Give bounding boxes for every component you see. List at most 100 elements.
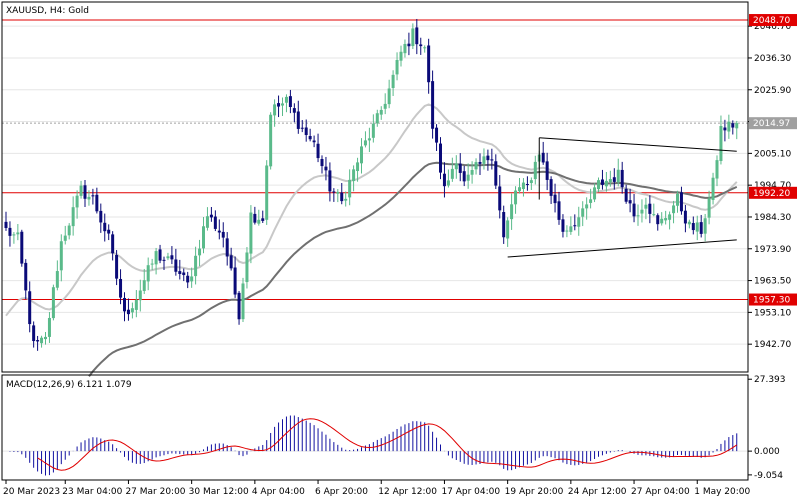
candle-body-53 <box>213 216 217 229</box>
candle-body-95 <box>379 109 383 115</box>
candle-body-44 <box>178 271 182 274</box>
candle-body-80 <box>320 158 324 167</box>
candle-body-88 <box>352 169 356 182</box>
candle-body-149 <box>593 187 597 200</box>
current-price-tag-label: 2014.97 <box>753 119 790 129</box>
candle-body-55 <box>221 231 225 238</box>
candle-body-12 <box>51 287 55 319</box>
time-tick-label-11: 1 May 20:00 <box>694 487 750 497</box>
candle-body-71 <box>284 96 288 103</box>
candle-body-34 <box>138 290 142 301</box>
candle-body-141 <box>561 219 565 232</box>
candle-body-178 <box>707 198 711 218</box>
candle-body-111 <box>442 173 446 187</box>
candle-body-20 <box>83 185 87 199</box>
candle-body-61 <box>245 252 249 283</box>
candle-body-11 <box>47 317 51 337</box>
candle-body-29 <box>119 278 123 298</box>
candle-body-120 <box>478 162 482 164</box>
candle-66 <box>265 160 269 225</box>
candle-body-27 <box>111 234 115 254</box>
price-tick-label-7: 1973.90 <box>754 245 791 255</box>
candle-body-177 <box>703 218 707 234</box>
candle-body-16 <box>67 225 71 236</box>
candle-body-166 <box>660 218 664 224</box>
candle-body-18 <box>75 195 79 208</box>
time-tick-label-6: 12 Apr 12:00 <box>378 487 437 497</box>
candle-body-92 <box>367 138 371 141</box>
candle-body-132 <box>525 184 529 186</box>
candle-body-64 <box>257 219 261 224</box>
candle-body-72 <box>288 96 292 108</box>
candle-body-121 <box>482 156 486 164</box>
candle-body-129 <box>514 190 518 205</box>
candle-12 <box>51 284 55 321</box>
candle-body-156 <box>620 169 624 188</box>
candle-4 <box>20 229 24 267</box>
candle-body-126 <box>502 212 506 238</box>
candle-body-79 <box>316 143 320 159</box>
candle-body-169 <box>672 205 676 214</box>
candle-body-144 <box>573 225 577 227</box>
macd-tick-label-0: 27.393 <box>754 375 786 385</box>
candle-body-180 <box>715 160 719 179</box>
candle-body-150 <box>597 180 600 190</box>
candle-body-145 <box>577 217 581 227</box>
candle-body-45 <box>182 272 186 276</box>
candle-body-152 <box>604 180 608 187</box>
candle-body-0 <box>4 221 8 228</box>
candle-body-172 <box>683 210 687 224</box>
candle-body-78 <box>312 140 316 143</box>
candle-body-90 <box>360 146 363 164</box>
time-tick-label-9: 24 Apr 12:00 <box>568 487 627 497</box>
candle-body-139 <box>553 194 557 204</box>
candle-body-38 <box>154 251 158 265</box>
candle-body-8 <box>36 340 40 342</box>
candle-body-21 <box>87 196 91 200</box>
candle-body-97 <box>387 88 391 105</box>
candle-body-163 <box>648 203 652 214</box>
candle-body-96 <box>383 103 387 109</box>
candle-body-70 <box>281 103 284 106</box>
candle-body-24 <box>99 210 103 223</box>
candle-body-101 <box>403 43 407 54</box>
candle-body-105 <box>419 44 423 47</box>
candle-body-171 <box>679 192 683 212</box>
candle-body-131 <box>521 182 525 190</box>
candle-body-100 <box>399 51 403 61</box>
candle-body-182 <box>723 127 727 131</box>
candle-body-42 <box>170 255 174 260</box>
candle-body-157 <box>624 188 628 202</box>
price-tick-label-10: 1942.70 <box>754 340 791 350</box>
candle-body-75 <box>300 127 304 129</box>
candle-body-1 <box>8 227 12 236</box>
candle-body-184 <box>731 123 735 128</box>
candle-body-26 <box>107 229 111 234</box>
candle-body-77 <box>308 136 312 140</box>
candle-67 <box>269 112 273 170</box>
candle-body-155 <box>616 169 620 183</box>
candle-body-183 <box>727 121 731 132</box>
candle-body-22 <box>91 195 95 197</box>
price-tick-label-2: 2025.90 <box>754 86 791 96</box>
candle-body-108 <box>431 81 435 129</box>
candle-body-54 <box>217 230 221 233</box>
candle-body-40 <box>162 259 166 261</box>
candle-body-35 <box>142 280 146 291</box>
candle-body-127 <box>506 220 510 239</box>
candle-body-6 <box>28 291 32 325</box>
candle-body-140 <box>557 201 561 220</box>
candle-body-159 <box>632 203 636 217</box>
candle-body-164 <box>652 214 656 216</box>
chart-background <box>0 0 800 500</box>
candle-body-73 <box>292 108 296 113</box>
candle-body-113 <box>450 168 454 179</box>
candle-body-110 <box>439 143 442 173</box>
candle-body-104 <box>415 27 419 45</box>
time-tick-label-1: 23 Mar 04:00 <box>62 487 122 497</box>
level-tag-label-2: 1957.30 <box>753 296 790 306</box>
candle-body-167 <box>664 218 668 221</box>
time-tick-label-5: 6 Apr 20:00 <box>315 487 368 497</box>
candle-body-4 <box>20 231 24 264</box>
candle-body-128 <box>510 204 514 220</box>
